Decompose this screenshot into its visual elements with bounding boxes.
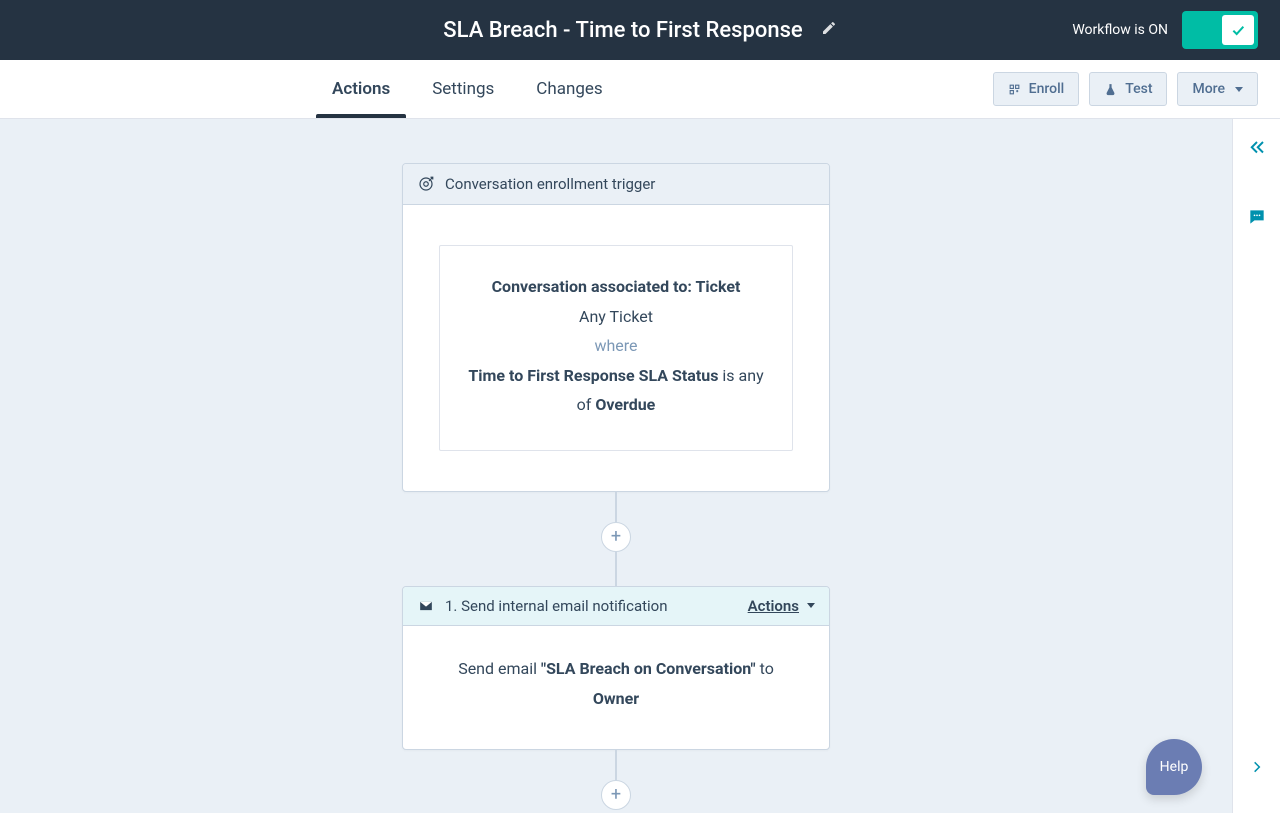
test-button[interactable]: Test xyxy=(1089,72,1167,106)
criteria-any-object: Any Ticket xyxy=(462,302,770,332)
top-header: SLA Breach - Time to First Response Work… xyxy=(0,0,1280,60)
action-recipient: Owner xyxy=(593,689,639,708)
caret-down-icon xyxy=(807,603,815,608)
action-step-menu[interactable]: Actions xyxy=(748,597,815,615)
expand-minimap-icon[interactable] xyxy=(1250,757,1264,781)
connector-line xyxy=(615,492,617,522)
trigger-header-label: Conversation enrollment trigger xyxy=(445,175,655,193)
sub-nav: Actions Settings Changes Enroll Test Mor… xyxy=(0,60,1280,119)
toggle-knob xyxy=(1222,15,1254,45)
add-action-button[interactable]: + xyxy=(601,780,631,810)
action-step-label: 1. Send internal email notification xyxy=(445,597,668,615)
tab-changes[interactable]: Changes xyxy=(536,61,602,117)
edit-title-icon[interactable] xyxy=(821,20,837,40)
help-label: Help xyxy=(1160,759,1189,775)
action-email-name: "SLA Breach on Conversation" xyxy=(541,659,756,678)
comments-icon[interactable] xyxy=(1247,207,1267,231)
add-action-button[interactable]: + xyxy=(601,522,631,552)
tab-actions[interactable]: Actions xyxy=(332,61,390,117)
enroll-icon xyxy=(1008,83,1021,96)
workflow-canvas[interactable]: Conversation enrollment trigger Conversa… xyxy=(0,119,1232,813)
criteria-where: where xyxy=(462,331,770,361)
beaker-icon xyxy=(1104,83,1117,96)
action-card-body: Send email "SLA Breach on Conversation" … xyxy=(403,626,829,749)
test-label: Test xyxy=(1125,81,1152,97)
enroll-label: Enroll xyxy=(1029,81,1065,97)
criteria-value: Overdue xyxy=(595,395,655,414)
connector-line xyxy=(615,552,617,586)
criteria-assoc-prefix: Conversation associated to: xyxy=(492,277,696,296)
connector-line xyxy=(615,750,617,780)
more-button[interactable]: More xyxy=(1177,72,1258,106)
target-icon xyxy=(417,175,435,193)
criteria-assoc-object: Ticket xyxy=(695,277,740,296)
enroll-button[interactable]: Enroll xyxy=(993,72,1080,106)
trigger-card-body: Conversation associated to: Ticket Any T… xyxy=(403,205,829,491)
trigger-card-header: Conversation enrollment trigger xyxy=(403,164,829,205)
caret-down-icon xyxy=(1235,87,1243,92)
action-body-mid: to xyxy=(756,659,774,678)
enrollment-criteria[interactable]: Conversation associated to: Ticket Any T… xyxy=(439,245,793,451)
action-body-prefix: Send email xyxy=(458,659,541,678)
action-card-header: 1. Send internal email notification Acti… xyxy=(403,587,829,626)
workflow-toggle[interactable] xyxy=(1182,11,1258,49)
help-button[interactable]: Help xyxy=(1146,739,1202,795)
action-menu-label: Actions xyxy=(748,597,799,615)
tab-settings[interactable]: Settings xyxy=(432,61,494,117)
workflow-status-label: Workflow is ON xyxy=(1072,22,1168,38)
criteria-property: Time to First Response SLA Status xyxy=(468,366,718,385)
action-step-card[interactable]: 1. Send internal email notification Acti… xyxy=(402,586,830,750)
more-label: More xyxy=(1192,81,1225,97)
workflow-title: SLA Breach - Time to First Response xyxy=(443,18,802,43)
right-side-panel xyxy=(1232,119,1280,813)
collapse-panel-icon[interactable] xyxy=(1247,139,1267,161)
enrollment-trigger-card[interactable]: Conversation enrollment trigger Conversa… xyxy=(402,163,830,492)
email-icon xyxy=(417,599,435,613)
